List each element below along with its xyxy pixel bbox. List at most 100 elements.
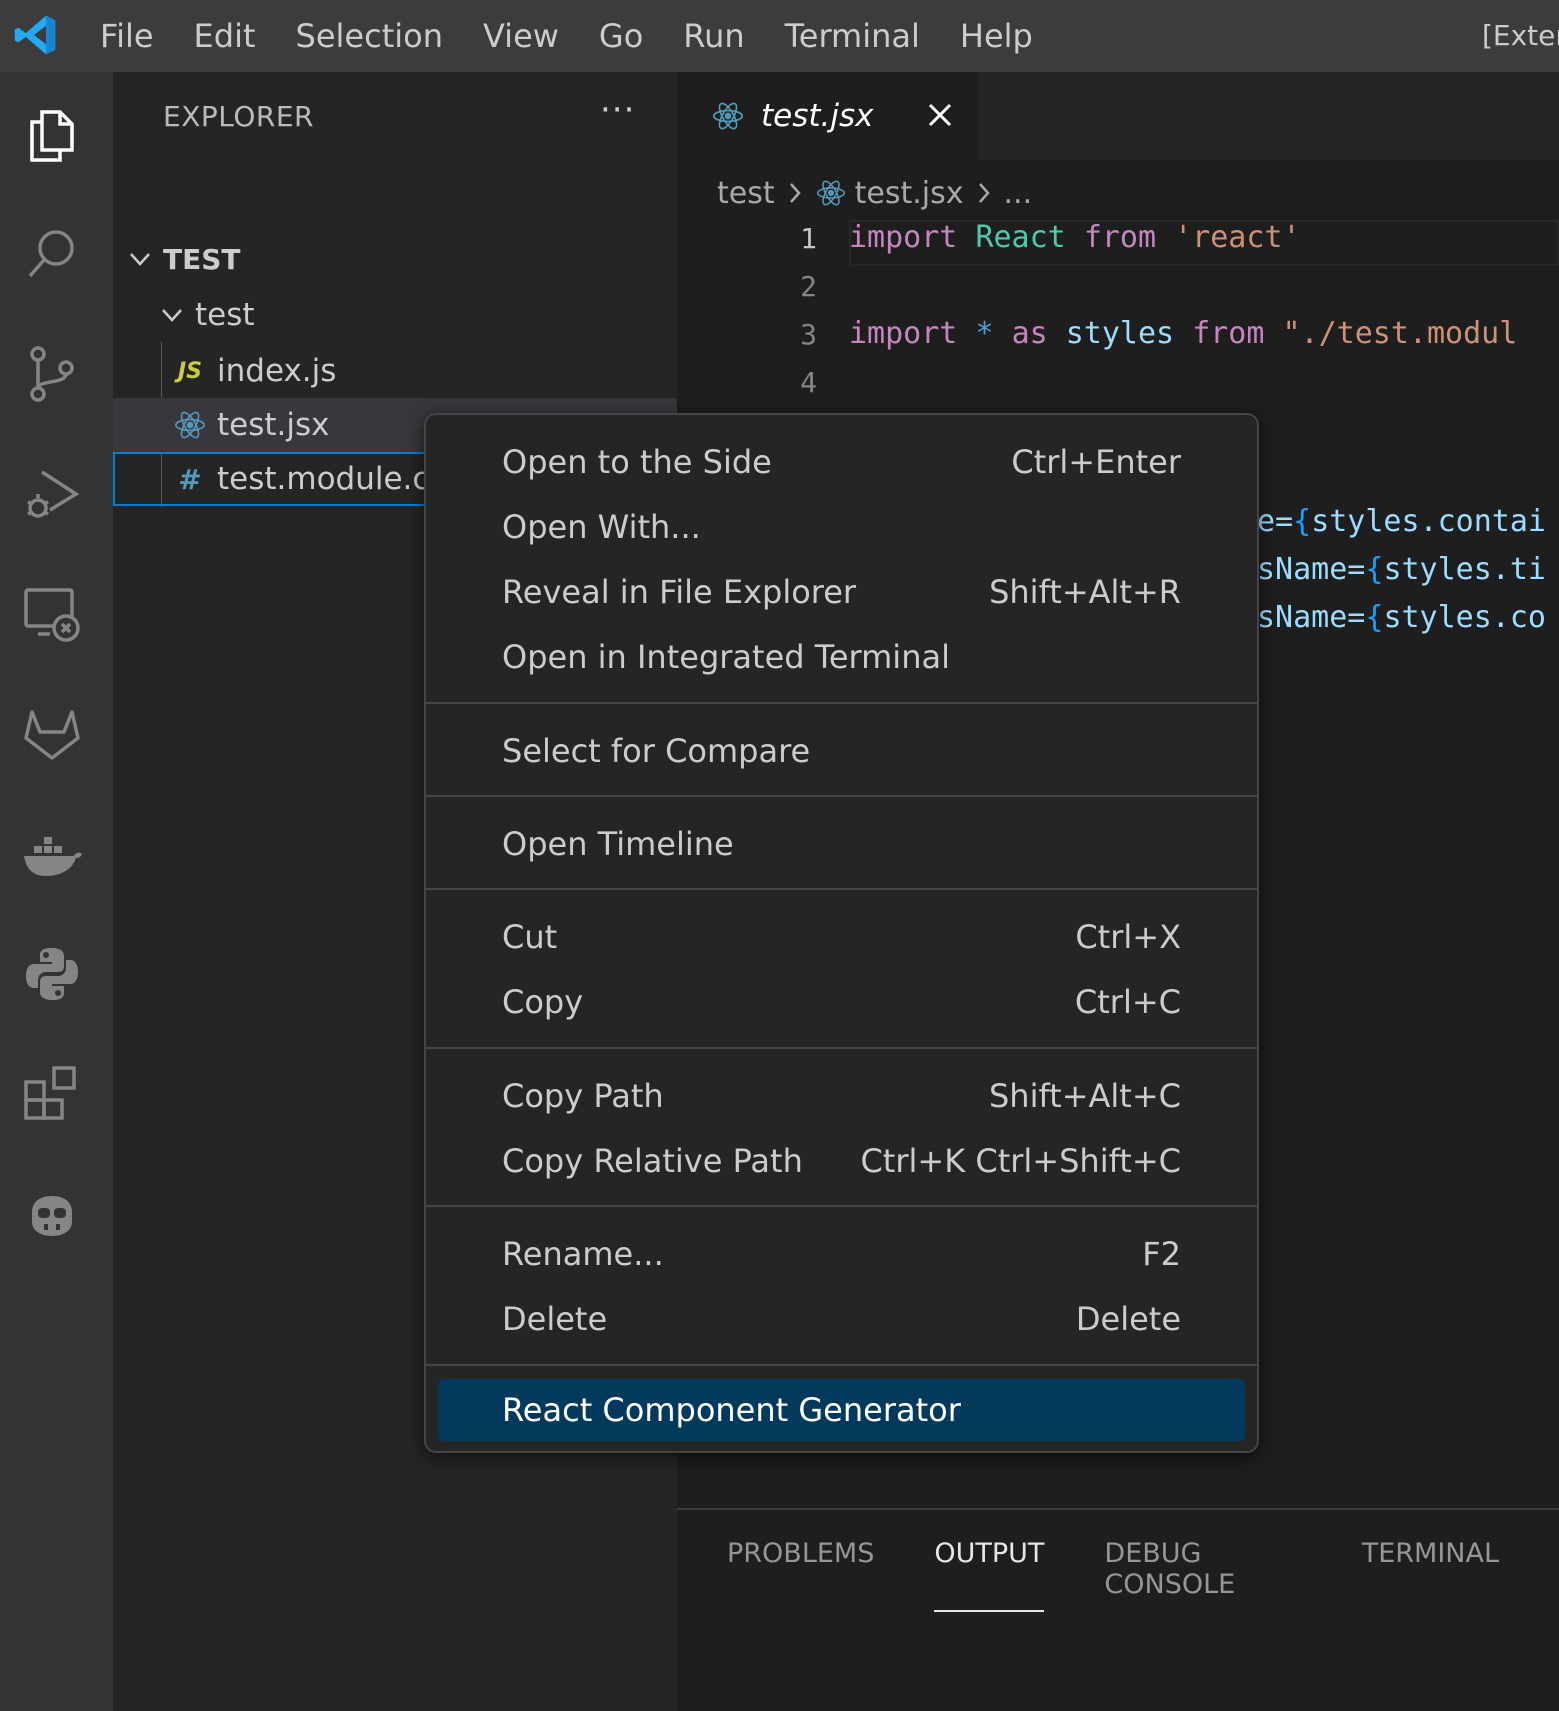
close-icon[interactable] <box>925 100 955 130</box>
menu-item-shortcut: F2 <box>1142 1235 1181 1273</box>
extensions-icon[interactable] <box>20 1062 84 1126</box>
search-icon[interactable] <box>20 222 84 286</box>
source-control-icon[interactable] <box>20 342 84 406</box>
file-index-js[interactable]: JS index.js <box>113 344 677 398</box>
gitlab-icon[interactable] <box>20 702 84 766</box>
menu-item-copy[interactable]: Copy Ctrl+C <box>426 971 1257 1033</box>
menu-item-react-component-generator[interactable]: React Component Generator <box>438 1379 1245 1441</box>
tab-label: test.jsx <box>761 98 874 134</box>
code-token: * <box>975 316 994 351</box>
react-icon <box>816 180 845 206</box>
code-token: React <box>975 220 1066 255</box>
menu-item-copy-relative-path[interactable]: Copy Relative Path Ctrl+K Ctrl+Shift+C <box>426 1130 1257 1192</box>
menu-item-delete[interactable]: Delete Delete <box>426 1288 1257 1350</box>
code-fragment[interactable]: sName={styles.co <box>1257 600 1546 635</box>
menu-item-shortcut: Ctrl+K Ctrl+Shift+C <box>860 1142 1181 1180</box>
code-line-1[interactable]: import React from 'react' <box>849 220 1301 255</box>
react-icon <box>175 411 205 439</box>
menu-help[interactable]: Help <box>940 0 1053 72</box>
code-token: { <box>1365 600 1384 635</box>
code-token: { <box>1293 504 1312 539</box>
menu-item-select-for-compare[interactable]: Select for Compare <box>426 720 1257 782</box>
menu-item-shortcut: Delete <box>1075 1300 1181 1338</box>
js-icon: JS <box>177 358 203 384</box>
breadcrumb-folder[interactable]: test <box>717 176 775 211</box>
copilot-icon[interactable] <box>20 1182 84 1246</box>
breadcrumb-file[interactable]: test.jsx <box>855 176 964 211</box>
workspace-root-label: TEST <box>163 242 241 276</box>
menu-item-shortcut: Ctrl+X <box>1075 918 1181 956</box>
menu-item-label: Copy Path <box>502 1077 664 1115</box>
tab-output[interactable]: OUTPUT <box>934 1538 1045 1612</box>
menu-view[interactable]: View <box>463 0 579 72</box>
menu-separator <box>426 1205 1257 1207</box>
code-token: from <box>1192 316 1265 351</box>
menu-item-label: Open to the Side <box>502 443 772 481</box>
file-label: test.jsx <box>217 407 330 443</box>
breadcrumb-symbol[interactable]: ... <box>1004 176 1033 211</box>
menu-item-copy-path[interactable]: Copy Path Shift+Alt+C <box>426 1065 1257 1127</box>
menu-file[interactable]: File <box>80 0 174 72</box>
vscode-logo-icon <box>14 15 56 55</box>
menu-item-open-to-side[interactable]: Open to the Side Ctrl+Enter <box>426 431 1257 493</box>
code-token: styles.contai <box>1311 504 1546 539</box>
menu-item-label: Copy Relative Path <box>502 1142 803 1180</box>
folder-test[interactable]: test <box>113 288 677 342</box>
line-number: 3 <box>800 318 817 351</box>
menu-item-open-timeline[interactable]: Open Timeline <box>426 813 1257 875</box>
code-fragment[interactable]: sName={styles.ti <box>1257 552 1546 587</box>
chevron-right-icon <box>789 183 801 203</box>
line-number: 4 <box>800 366 817 399</box>
folder-label: test <box>195 297 255 333</box>
menu-terminal[interactable]: Terminal <box>765 0 940 72</box>
file-label: index.js <box>217 353 337 389</box>
menu-item-open-with[interactable]: Open With... <box>426 496 1257 558</box>
chevron-right-icon <box>978 183 990 203</box>
panel-tabs: PROBLEMS OUTPUT DEBUG CONSOLE TERMINAL <box>727 1538 1559 1612</box>
explorer-icon[interactable] <box>20 102 84 166</box>
code-line-3[interactable]: import * as styles from "./test.modul <box>849 316 1517 351</box>
workspace-root[interactable]: TEST <box>113 232 677 286</box>
menu-separator <box>426 1364 1257 1366</box>
menu-item-label: Delete <box>502 1300 608 1338</box>
menu-separator <box>426 702 1257 704</box>
tab-debug-console[interactable]: DEBUG CONSOLE <box>1104 1538 1301 1612</box>
run-debug-icon[interactable] <box>20 462 84 526</box>
docker-icon[interactable] <box>20 822 84 886</box>
python-icon[interactable] <box>20 942 84 1006</box>
code-token: "./test.modul <box>1282 316 1518 351</box>
code-fragment[interactable]: e={styles.contai <box>1257 504 1546 539</box>
explorer-title: EXPLORER <box>163 100 314 133</box>
line-number: 2 <box>800 270 817 303</box>
more-actions-icon[interactable]: ··· <box>600 90 635 130</box>
code-token: styles.ti <box>1383 552 1546 587</box>
menu-item-cut[interactable]: Cut Ctrl+X <box>426 906 1257 968</box>
activity-bar <box>0 72 113 1711</box>
menu-item-shortcut: Shift+Alt+R <box>989 573 1181 611</box>
remote-explorer-icon[interactable] <box>20 582 84 646</box>
window-title: [Exten <box>1482 19 1559 52</box>
code-token: { <box>1365 552 1384 587</box>
tab-test-jsx[interactable]: test.jsx <box>677 72 977 160</box>
menu-item-label: Cut <box>502 918 558 956</box>
css-icon: # <box>178 462 202 496</box>
menu-edit[interactable]: Edit <box>174 0 276 72</box>
code-token: styles.co <box>1383 600 1546 635</box>
menu-item-label: Select for Compare <box>502 732 811 770</box>
tab-terminal[interactable]: TERMINAL <box>1362 1538 1499 1612</box>
menu-separator <box>426 795 1257 797</box>
title-bar: File Edit Selection View Go Run Terminal… <box>0 0 1559 72</box>
code-token: import <box>849 220 958 255</box>
chevron-down-icon <box>162 309 182 322</box>
menu-item-label: React Component Generator <box>502 1391 961 1429</box>
menu-selection[interactable]: Selection <box>276 0 463 72</box>
tab-problems[interactable]: PROBLEMS <box>727 1538 874 1612</box>
menu-go[interactable]: Go <box>579 0 663 72</box>
context-menu: Open to the Side Ctrl+Enter Open With...… <box>424 413 1259 1453</box>
menu-item-open-in-terminal[interactable]: Open in Integrated Terminal <box>426 626 1257 688</box>
menu-item-reveal-in-explorer[interactable]: Reveal in File Explorer Shift+Alt+R <box>426 561 1257 623</box>
menu-run[interactable]: Run <box>663 0 764 72</box>
menu-item-rename[interactable]: Rename... F2 <box>426 1223 1257 1285</box>
menu-separator <box>426 1047 1257 1049</box>
code-token: sName= <box>1257 552 1366 587</box>
